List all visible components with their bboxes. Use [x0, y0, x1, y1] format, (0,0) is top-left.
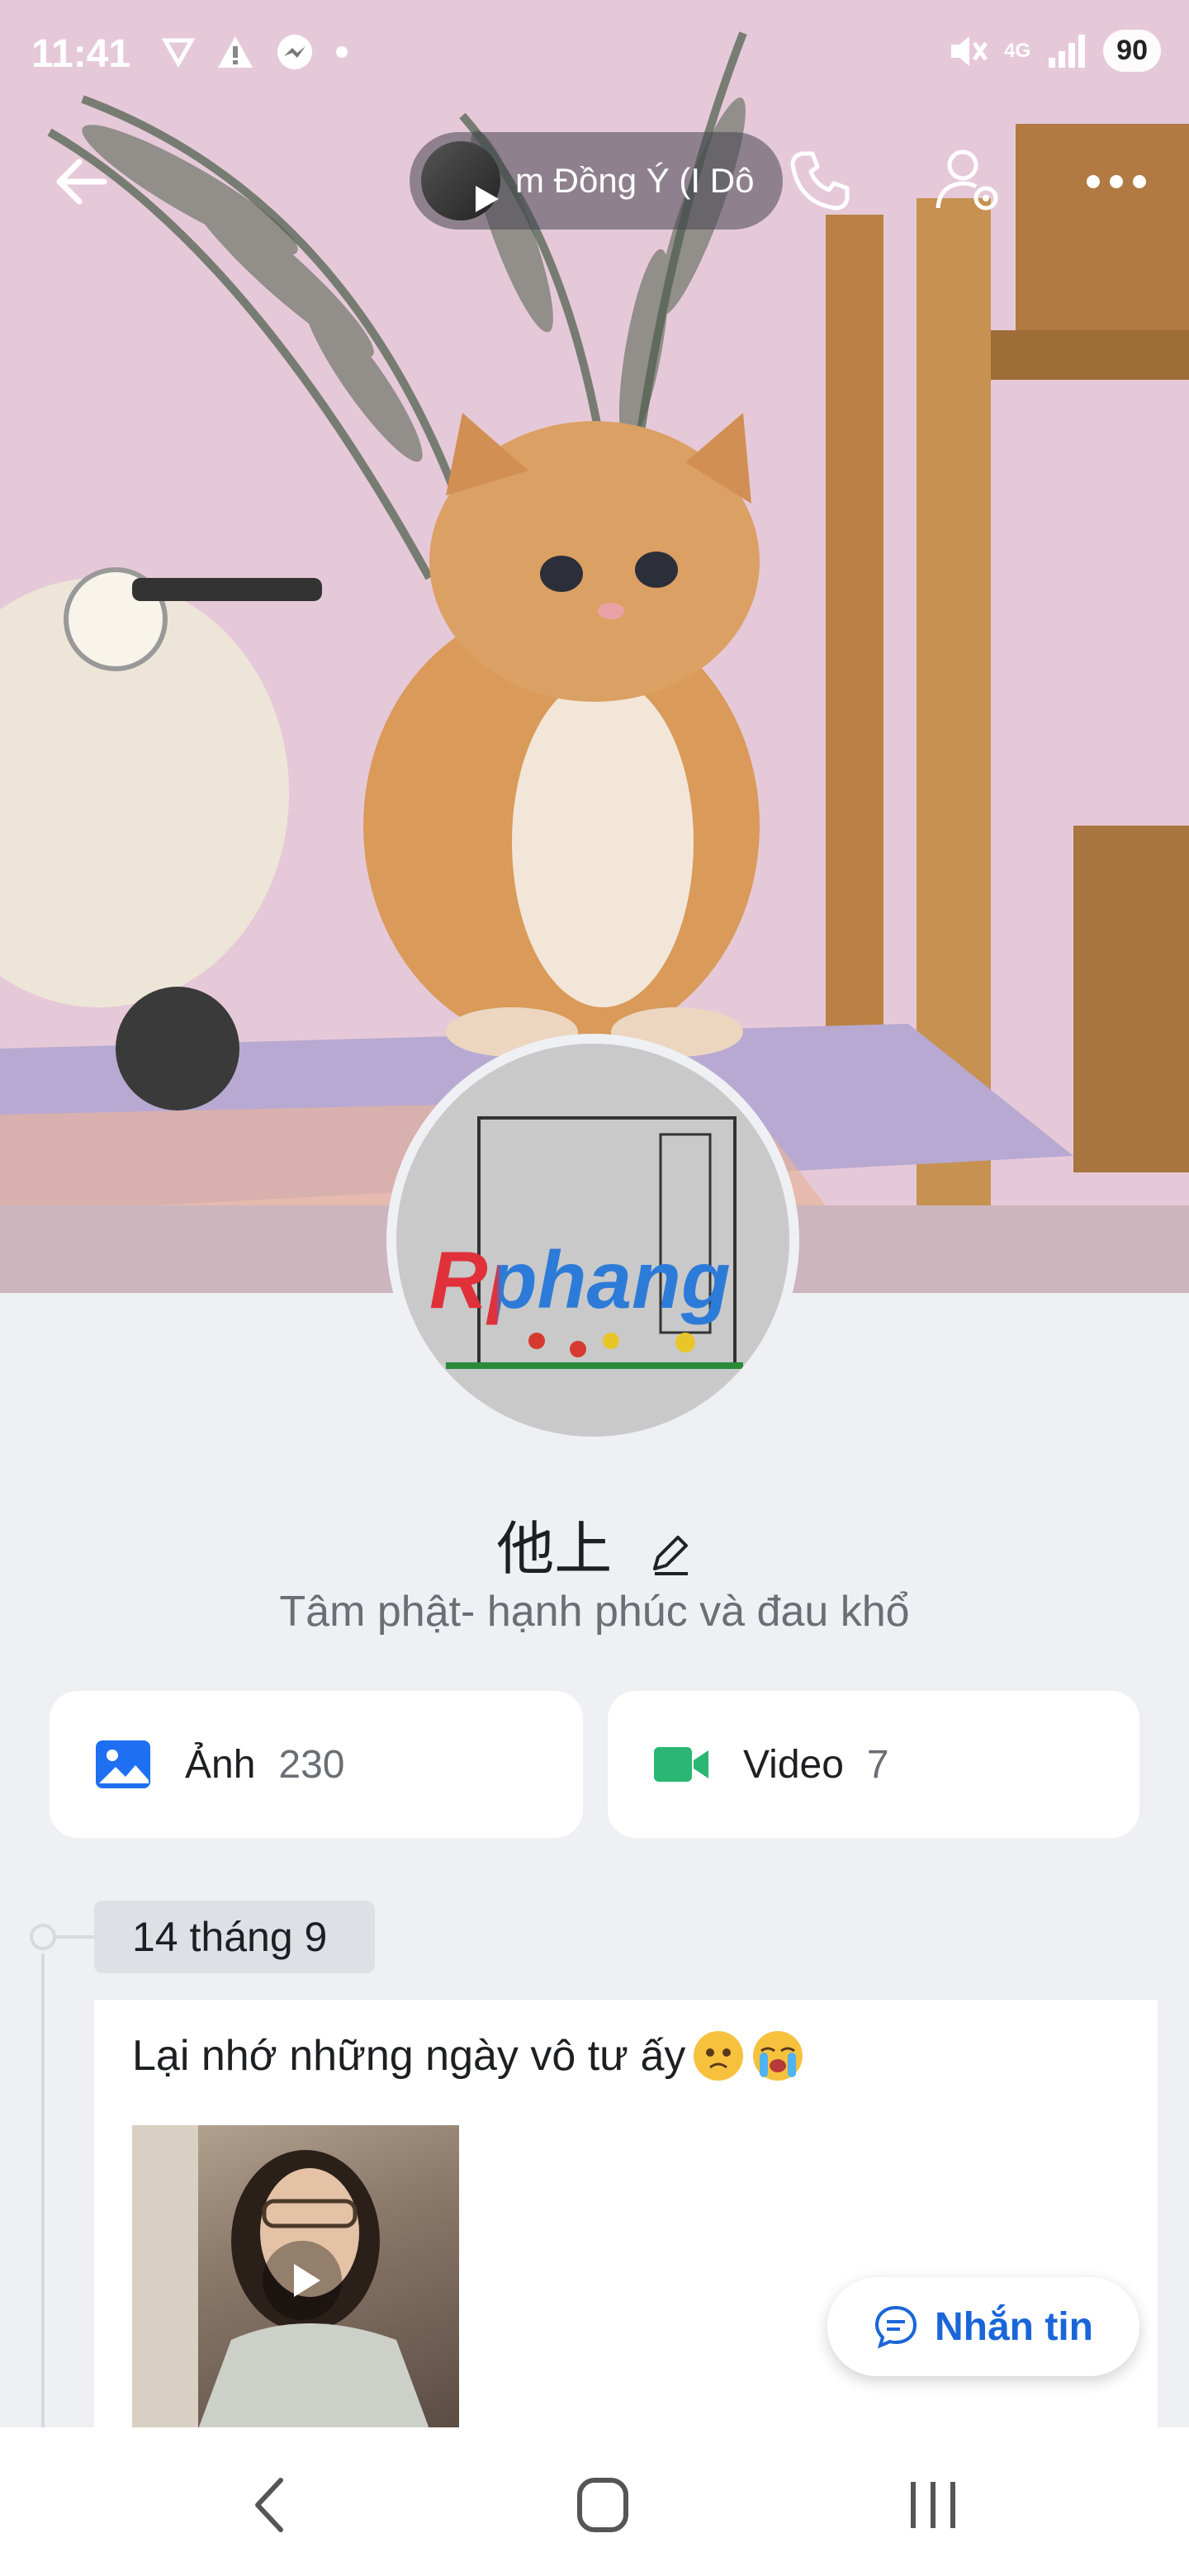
send-message-label: Nhắn tin [935, 2304, 1093, 2349]
network-type: 4G [1004, 39, 1031, 62]
timeline-date: 14 tháng 9 [94, 1901, 375, 1973]
group-chat-pill[interactable]: m Đồng Ý (I Dô [410, 132, 783, 230]
profile-bio: Tâm phật- hạnh phúc và đau khổ [279, 1588, 910, 1636]
profile-name: 他上 [496, 1517, 613, 1581]
photos-count: 230 [278, 1742, 345, 1787]
play-icon [294, 2264, 320, 2297]
status-system-icons: 4G 90 [948, 30, 1161, 72]
chat-bubble-icon [874, 2305, 917, 2349]
profile-avatar[interactable]: Rphang [386, 1034, 799, 1447]
frowning-face-emoji-icon [694, 2031, 744, 2081]
nav-home-icon[interactable] [570, 2472, 636, 2538]
avatar-watermark: Rphang [429, 1234, 731, 1325]
mute-icon [951, 36, 988, 66]
nav-recents-icon[interactable] [900, 2472, 966, 2538]
signal-triangle-icon [162, 38, 195, 69]
videos-label: Video [743, 1742, 844, 1787]
cell-signal-icon [1049, 34, 1086, 68]
send-message-button[interactable]: Nhắn tin [827, 2277, 1139, 2376]
more-options-icon[interactable] [1080, 149, 1153, 215]
photos-label: Ảnh [185, 1742, 256, 1787]
post-video-thumbnail[interactable] [132, 2125, 459, 2429]
videos-count: 7 [866, 1742, 889, 1787]
back-arrow-icon[interactable] [50, 149, 116, 215]
group-avatar [421, 141, 500, 220]
timeline-dot [30, 1924, 56, 1950]
video-camera-icon [654, 1747, 708, 1782]
photos-card[interactable]: Ảnh 230 [50, 1691, 583, 1838]
play-icon [476, 186, 499, 212]
crying-face-emoji-icon [753, 2031, 803, 2081]
timeline-line [41, 1953, 45, 2449]
nav-back-icon[interactable] [239, 2472, 306, 2538]
photo-icon [96, 1740, 150, 1788]
timeline-connector [56, 1935, 94, 1939]
user-settings-icon[interactable] [933, 145, 1004, 216]
status-time: 11:41 [31, 32, 131, 76]
messenger-icon [277, 35, 312, 69]
phone-icon[interactable] [784, 145, 855, 216]
status-bar: 11:41 4G 90 [0, 0, 1189, 107]
top-navigation: m Đồng Ý (I Dô [0, 132, 1189, 231]
warning-icon [218, 36, 253, 68]
post-text-row: Lại nhớ những ngày vô tư ấy [132, 2029, 804, 2082]
group-name: m Đồng Ý (I Dô [515, 161, 755, 200]
dot-icon [336, 46, 348, 58]
edit-pencil-icon[interactable] [647, 1531, 693, 1577]
post-text: Lại nhớ những ngày vô tư ấy [132, 2032, 686, 2080]
video-play-button[interactable] [263, 2241, 342, 2320]
profile-name-row: 他上 [0, 1503, 1189, 1586]
battery-indicator: 90 [1103, 30, 1161, 72]
system-navigation-bar [0, 2427, 1189, 2576]
status-notifications [162, 33, 348, 71]
videos-card[interactable]: Video 7 [608, 1691, 1139, 1838]
